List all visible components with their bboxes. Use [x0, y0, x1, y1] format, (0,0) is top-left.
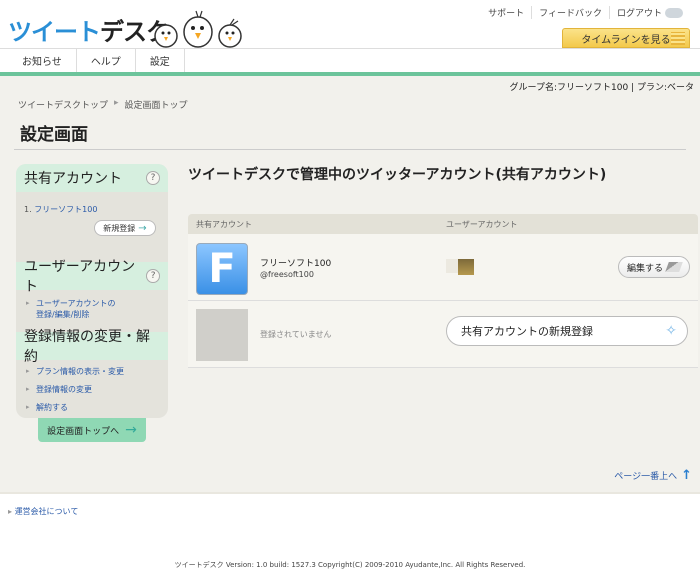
table-row: 登録されていません 共有アカウントの新規登録 ✧: [188, 301, 698, 368]
shared-account-list: 1. フリーソフト100 新規登録 →: [16, 192, 168, 262]
bird-mascots-icon: [154, 10, 242, 48]
add-shared-account-label: 共有アカウントの新規登録: [461, 325, 593, 338]
col-user-account: ユーザーアカウント: [446, 219, 518, 229]
sidebar: 共有アカウント ? 1. フリーソフト100 新規登録 → ユーザーアカウント …: [16, 164, 168, 418]
page-top-label: ページ一番上へ: [614, 472, 678, 482]
main-nav: お知らせ ヘルプ 設定: [0, 48, 700, 72]
accounts-table: 共有アカウント ユーザーアカウント F フリーソフト100 @freesoft1…: [188, 214, 698, 368]
user-avatar: [446, 259, 458, 273]
page-top-link[interactable]: ページ一番上へ ↑: [614, 468, 692, 483]
plan-info-link[interactable]: プラン情報の表示・変更: [24, 366, 160, 377]
arrow-right-icon: →: [138, 222, 147, 234]
help-icon[interactable]: ?: [146, 171, 160, 185]
settings-top-button[interactable]: 設定画面トップへ →: [38, 418, 146, 442]
logo-text-1: ツイート: [8, 18, 101, 46]
top-links: サポート フィードバック ログアウト: [481, 6, 690, 19]
edit-button[interactable]: 編集する: [618, 256, 690, 278]
account-number: 1.: [24, 205, 32, 214]
user-avatars: [446, 259, 474, 275]
user-manage-link[interactable]: ユーザーアカウントの 登録/編集/削除: [24, 298, 160, 320]
user-account-links: ユーザーアカウントの 登録/編集/削除: [16, 290, 168, 332]
arrow-right-icon: →: [125, 422, 137, 438]
logout-label: ログアウト: [616, 9, 662, 19]
breadcrumb-current: 設定画面トップ: [124, 101, 188, 111]
add-shared-account-button[interactable]: 共有アカウントの新規登録 ✧: [446, 316, 688, 346]
nav-help[interactable]: ヘルプ: [77, 49, 136, 72]
pencil-icon: [665, 262, 683, 272]
table-row: F フリーソフト100 @freesoft100 編集する: [188, 234, 698, 301]
feedback-link[interactable]: フィードバック: [531, 6, 609, 19]
nav-settings[interactable]: 設定: [136, 49, 185, 72]
new-register-button[interactable]: 新規登録 →: [94, 220, 156, 236]
user-manage-line1: ユーザーアカウントの: [36, 299, 116, 308]
breadcrumb-home[interactable]: ツイートデスクトップ: [18, 98, 108, 111]
timeline-button[interactable]: タイムラインを見る: [562, 28, 690, 48]
new-register-label: 新規登録: [103, 223, 136, 233]
user-manage-line2: 登録/編集/削除: [36, 310, 90, 319]
page-title: 設定画面: [20, 125, 88, 145]
user-avatar: [458, 259, 474, 275]
edit-button-label: 編集する: [626, 263, 663, 274]
shared-account-item: 1. フリーソフト100: [24, 204, 160, 215]
help-icon[interactable]: ?: [146, 269, 160, 283]
timeline-stripe-icon: [671, 32, 685, 45]
logout-link[interactable]: ログアウト: [608, 6, 690, 19]
cloud-icon: [665, 7, 683, 18]
nav-news[interactable]: お知らせ: [8, 49, 77, 72]
group-info: グループ名:フリーソフト100 | プラン:ベータ: [509, 83, 694, 93]
header: ツイートデスク サポート フィードバック ログアウト タイムラインを見る: [0, 0, 700, 48]
footer-divider: [0, 492, 700, 494]
sidebar-user-heading: ユーザーアカウント ?: [16, 259, 168, 295]
col-shared-account: 共有アカウント: [196, 219, 252, 229]
sparkle-icon: ✧: [665, 323, 677, 339]
arrow-up-icon: ↑: [681, 468, 692, 483]
company-link[interactable]: 運営会社について: [8, 506, 79, 517]
account-name: フリーソフト100: [260, 259, 332, 269]
account-avatar: F: [196, 243, 248, 295]
reg-info-link[interactable]: 登録情報の変更: [24, 384, 160, 395]
main-area: グループ名:フリーソフト100 | プラン:ベータ ツイートデスクトップ ▸ 設…: [0, 76, 700, 492]
shared-heading-label: 共有アカウント: [24, 171, 122, 187]
title-divider: [14, 149, 686, 150]
support-link[interactable]: サポート: [481, 6, 531, 19]
content-title: ツイートデスクで管理中のツイッターアカウント(共有アカウント): [188, 167, 607, 183]
reg-links: プラン情報の表示・変更 登録情報の変更 解約する: [16, 360, 168, 418]
account-handle: @freesoft100: [260, 270, 314, 279]
timeline-button-label: タイムラインを見る: [581, 34, 671, 46]
sidebar-shared-heading: 共有アカウント ?: [16, 164, 168, 192]
breadcrumb-separator-icon: ▸: [114, 98, 119, 108]
account-link[interactable]: フリーソフト100: [34, 205, 97, 214]
not-registered-text: 登録されていません: [260, 330, 332, 339]
empty-avatar: [196, 309, 248, 361]
cancel-link[interactable]: 解約する: [24, 402, 160, 413]
sidebar-reg-heading: 登録情報の変更・解約: [16, 329, 168, 365]
logo[interactable]: ツイートデスク: [8, 12, 170, 47]
settings-top-label: 設定画面トップへ: [47, 426, 120, 437]
copyright: ツイートデスク Version: 1.0 build: 1527.3 Copyr…: [174, 561, 526, 569]
table-header: 共有アカウント ユーザーアカウント: [188, 214, 698, 234]
breadcrumb: ツイートデスクトップ ▸ 設定画面トップ: [18, 98, 188, 111]
